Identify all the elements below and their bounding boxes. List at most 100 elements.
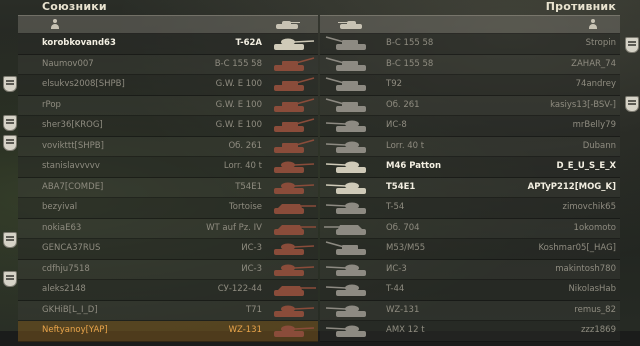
tank-destroyer-icon — [268, 200, 318, 215]
player-name: Stropin — [585, 38, 616, 48]
enemies-panel: Противник Stropin B-C 155 58 ZAHAR_74 B-C 1… — [320, 0, 620, 342]
artillery-icon — [268, 138, 318, 154]
enemies-row: 74andrey T92 — [320, 75, 620, 96]
tank-light-icon — [268, 303, 318, 318]
artillery-icon — [322, 97, 372, 113]
allies-row: GKHiB[L_I_D] T71 — [18, 300, 318, 321]
vehicle-name: G.W. E 100 — [215, 99, 262, 110]
player-name: ABA7[COMDE] — [42, 181, 104, 192]
enemies-row: ZAHAR_74 B-C 155 58 — [320, 54, 620, 75]
tank-destroyer-icon — [322, 221, 372, 236]
enemies-row: NikolasHab T-44 — [320, 280, 620, 301]
vehicle-name: Об. 704 — [386, 222, 420, 233]
allies-panel: Союзники korobkovand63 T-62A Naumov007 B-C … — [18, 0, 318, 342]
player-name: bezyival — [42, 202, 78, 212]
allies-row: sher36[KROG] G.W. E 100 — [18, 116, 318, 137]
vehicle-name: M46 Patton — [386, 161, 442, 171]
tank-medium-icon — [322, 282, 372, 297]
clan-badge-icon — [3, 134, 17, 151]
enemies-row: Dubann Lorr. 40 t — [320, 136, 620, 157]
vehicle-name: T-54 — [386, 202, 405, 212]
enemies-row: zimovchik65 T-54 — [320, 198, 620, 219]
vehicle-name: B-C 155 58 — [386, 58, 434, 69]
player-name: zimovchik65 — [562, 202, 617, 212]
allies-row: korobkovand63 T-62A — [18, 34, 318, 55]
vehicle-name: B-C 155 58 — [214, 58, 262, 69]
vehicle-name: B-C 155 58 — [386, 38, 434, 48]
player-name: Koshmar05[_HAG] — [538, 243, 617, 253]
allies-column-header — [18, 15, 318, 34]
player-name: 74andrey — [575, 79, 616, 89]
player-name: elsukvs2008[SHPB] — [42, 79, 125, 89]
enemies-row: Stropin B-C 155 58 — [320, 34, 620, 55]
allies-row: Naumov007 B-C 155 58 — [18, 54, 318, 75]
vehicle-name: T-62A — [235, 38, 262, 48]
vehicle-name: T54E1 — [235, 181, 262, 192]
allies-row: GENCA37RUS ИС-3 — [18, 239, 318, 260]
enemies-list: Stropin B-C 155 58 ZAHAR_74 B-C 155 58 74and… — [320, 34, 620, 342]
vehicle-column-icon — [338, 21, 364, 29]
player-name: remus_82 — [574, 304, 616, 315]
vehicle-name: ИС-3 — [241, 243, 262, 253]
vehicle-name: Lorr. 40 t — [386, 140, 425, 151]
vehicle-column-icon — [274, 21, 300, 29]
clan-badge-icon — [3, 232, 17, 248]
vehicle-name: WZ-131 — [386, 304, 420, 315]
tank-medium-icon — [268, 159, 318, 174]
player-name: korobkovand63 — [42, 38, 116, 48]
enemies-row: makintosh780 ИС-3 — [320, 259, 620, 280]
clan-badge-icon — [3, 76, 17, 92]
enemies-row: zzz1869 AMX 12 t — [320, 321, 620, 342]
allies-title: Союзники — [42, 0, 107, 13]
enemies-row: APTyP212[MOG_K] T54E1 — [320, 177, 620, 198]
player-name: 1okomoto — [573, 222, 616, 233]
tank-heavy-icon — [322, 118, 372, 133]
tank-heavy-icon — [268, 241, 318, 256]
tank-destroyer-icon — [268, 221, 318, 236]
vehicle-name: ИС-3 — [241, 263, 262, 274]
allies-row: ABA7[COMDE] T54E1 — [18, 177, 318, 198]
allies-list: korobkovand63 T-62A Naumov007 B-C 155 58 els… — [18, 34, 318, 342]
tank-heavy-icon — [268, 262, 318, 277]
tank-medium-icon — [322, 139, 372, 154]
allies-row: rPop G.W. E 100 — [18, 95, 318, 116]
vehicle-name: СУ-122-44 — [217, 284, 262, 294]
player-name: Naumov007 — [42, 58, 94, 69]
player-name: makintosh780 — [555, 263, 616, 274]
player-name: Dubann — [582, 140, 616, 151]
enemies-row: kasiys13[-BSV-] Об. 261 — [320, 95, 620, 116]
vehicle-name: T54E1 — [386, 181, 416, 192]
player-name: stanislavvvvv — [42, 161, 100, 171]
allies-row: elsukvs2008[SHPB] G.W. E 100 — [18, 75, 318, 96]
vehicle-name: G.W. E 100 — [215, 79, 262, 89]
enemies-row: remus_82 WZ-131 — [320, 300, 620, 321]
allies-row: Neftyanoy[YAP] WZ-131 — [18, 321, 318, 342]
clan-badge-icon — [3, 271, 17, 287]
vehicle-name: G.W. E 100 — [215, 120, 262, 130]
player-name: ZAHAR_74 — [571, 58, 616, 69]
player-name: aleks2148 — [42, 284, 86, 294]
enemies-row: 1okomoto Об. 704 — [320, 218, 620, 239]
artillery-icon — [268, 77, 318, 92]
player-column-icon — [588, 19, 598, 30]
vehicle-name: T71 — [245, 304, 262, 315]
player-name: nokiaE63 — [42, 222, 82, 233]
vehicle-name: M53/M55 — [386, 243, 426, 253]
player-name: mrBelly79 — [572, 120, 616, 130]
tank-medium-icon — [322, 159, 372, 174]
clan-badge-icon — [3, 115, 17, 131]
allies-row: cdfhju7518 ИС-3 — [18, 259, 318, 280]
vehicle-name: ИС-3 — [386, 263, 407, 274]
player-name: cdfhju7518 — [42, 263, 90, 274]
player-name: GKHiB[L_I_D] — [42, 304, 98, 315]
artillery-icon — [268, 56, 318, 72]
allies-row: vovikttt[SHPB] Об. 261 — [18, 136, 318, 157]
artillery-icon — [268, 97, 318, 113]
enemies-row: Koshmar05[_HAG] M53/M55 — [320, 239, 620, 260]
enemies-title: Противник — [545, 0, 616, 13]
vehicle-name: Об. 261 — [228, 140, 262, 151]
vehicle-name: WT auf Pz. IV — [206, 222, 262, 233]
tank-heavy-icon — [268, 180, 318, 195]
vehicle-name: Об. 261 — [386, 99, 420, 110]
enemies-column-header — [320, 15, 620, 34]
